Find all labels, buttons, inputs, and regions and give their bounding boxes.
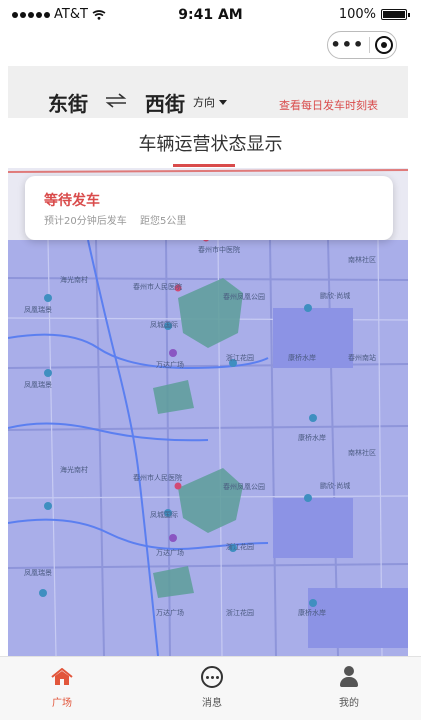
map-label: 万达广场 — [156, 361, 184, 369]
map-label: 凤凰瑞景 — [24, 306, 52, 314]
map-label: 鹏欣·尚城 — [320, 292, 351, 300]
tab-messages[interactable]: 消息 — [182, 665, 242, 709]
map-view[interactable]: 春州市中医院 海光南村 春州市人民医院 凤凰瑞景 春州凤凰公园 鹏欣·尚城 南林… — [8, 168, 408, 656]
map-label: 南林社区 — [348, 449, 376, 457]
more-dots-icon[interactable]: ••• — [331, 37, 365, 53]
battery-info: 100% — [338, 7, 410, 22]
map-label: 浙江花园 — [226, 354, 254, 362]
bus-status-card[interactable]: 等待发车 预计20分钟后发车 距您5公里 — [25, 176, 393, 240]
map-label: 鹏欣·尚城 — [320, 482, 351, 490]
map-label: 海光南村 — [60, 276, 88, 284]
timetable-link[interactable]: 查看每日发车时刻表 — [279, 97, 378, 113]
direction-label: 方向 — [193, 96, 215, 109]
status-bar: AT&T 9:41 AM 100% — [0, 0, 421, 30]
user-icon — [338, 666, 360, 688]
to-station[interactable]: 西街 — [145, 88, 185, 117]
status-eta: 预计20分钟后发车 — [44, 216, 127, 227]
route-header: 东街 西街 方向 查看每日发车时刻表 — [8, 66, 408, 118]
message-icon — [201, 666, 223, 688]
map-label: 海光南村 — [60, 466, 88, 474]
tab-home[interactable]: 广场 — [32, 665, 92, 709]
direction-dropdown[interactable]: 方向 — [193, 94, 227, 110]
map-label: 万达广场 — [156, 549, 184, 557]
map-label: 春州南站 — [348, 354, 376, 362]
tab-messages-label: 消息 — [202, 698, 222, 709]
map-label: 凤凰瑞景 — [24, 381, 52, 389]
map-label: 凤城国际 — [150, 511, 178, 519]
tab-profile[interactable]: 我的 — [319, 665, 379, 709]
menu-capsule: ••• — [327, 31, 397, 59]
battery-icon — [381, 9, 410, 20]
close-miniprogram-icon[interactable] — [375, 36, 394, 54]
status-title: 等待发车 — [44, 193, 100, 209]
swap-arrows-icon[interactable] — [104, 92, 128, 108]
bottom-tab-bar: 广场 消息 我的 — [0, 656, 421, 720]
title-underline — [173, 164, 235, 167]
map-label: 浙江花园 — [226, 543, 254, 551]
home-icon — [51, 668, 73, 685]
map-label: 康桥水岸 — [298, 434, 326, 442]
tab-profile-label: 我的 — [339, 698, 359, 709]
map-label: 春州凤凰公园 — [223, 293, 265, 301]
page-title: 车辆运营状态显示 — [138, 134, 283, 155]
chevron-down-icon — [219, 99, 227, 105]
map-label: 康桥水岸 — [298, 609, 326, 617]
map-label: 春州凤凰公园 — [223, 483, 265, 491]
map-label: 春州市人民医院 — [133, 474, 182, 482]
map-label: 浙江花园 — [226, 609, 254, 617]
from-station[interactable]: 东街 — [48, 88, 88, 117]
map-roads — [8, 234, 408, 656]
map-label: 春州市中医院 — [198, 246, 240, 254]
status-distance: 距您5公里 — [140, 216, 187, 227]
map-label: 凤凰瑞景 — [24, 569, 52, 577]
map-label: 南林社区 — [348, 256, 376, 264]
map-label: 凤城国际 — [150, 321, 178, 329]
battery-percent: 100% — [338, 7, 376, 22]
map-label: 万达广场 — [156, 609, 184, 617]
map-label: 康桥水岸 — [288, 354, 316, 362]
capsule-divider — [369, 37, 371, 53]
tab-home-label: 广场 — [52, 698, 72, 709]
map-label: 春州市人民医院 — [133, 283, 182, 291]
